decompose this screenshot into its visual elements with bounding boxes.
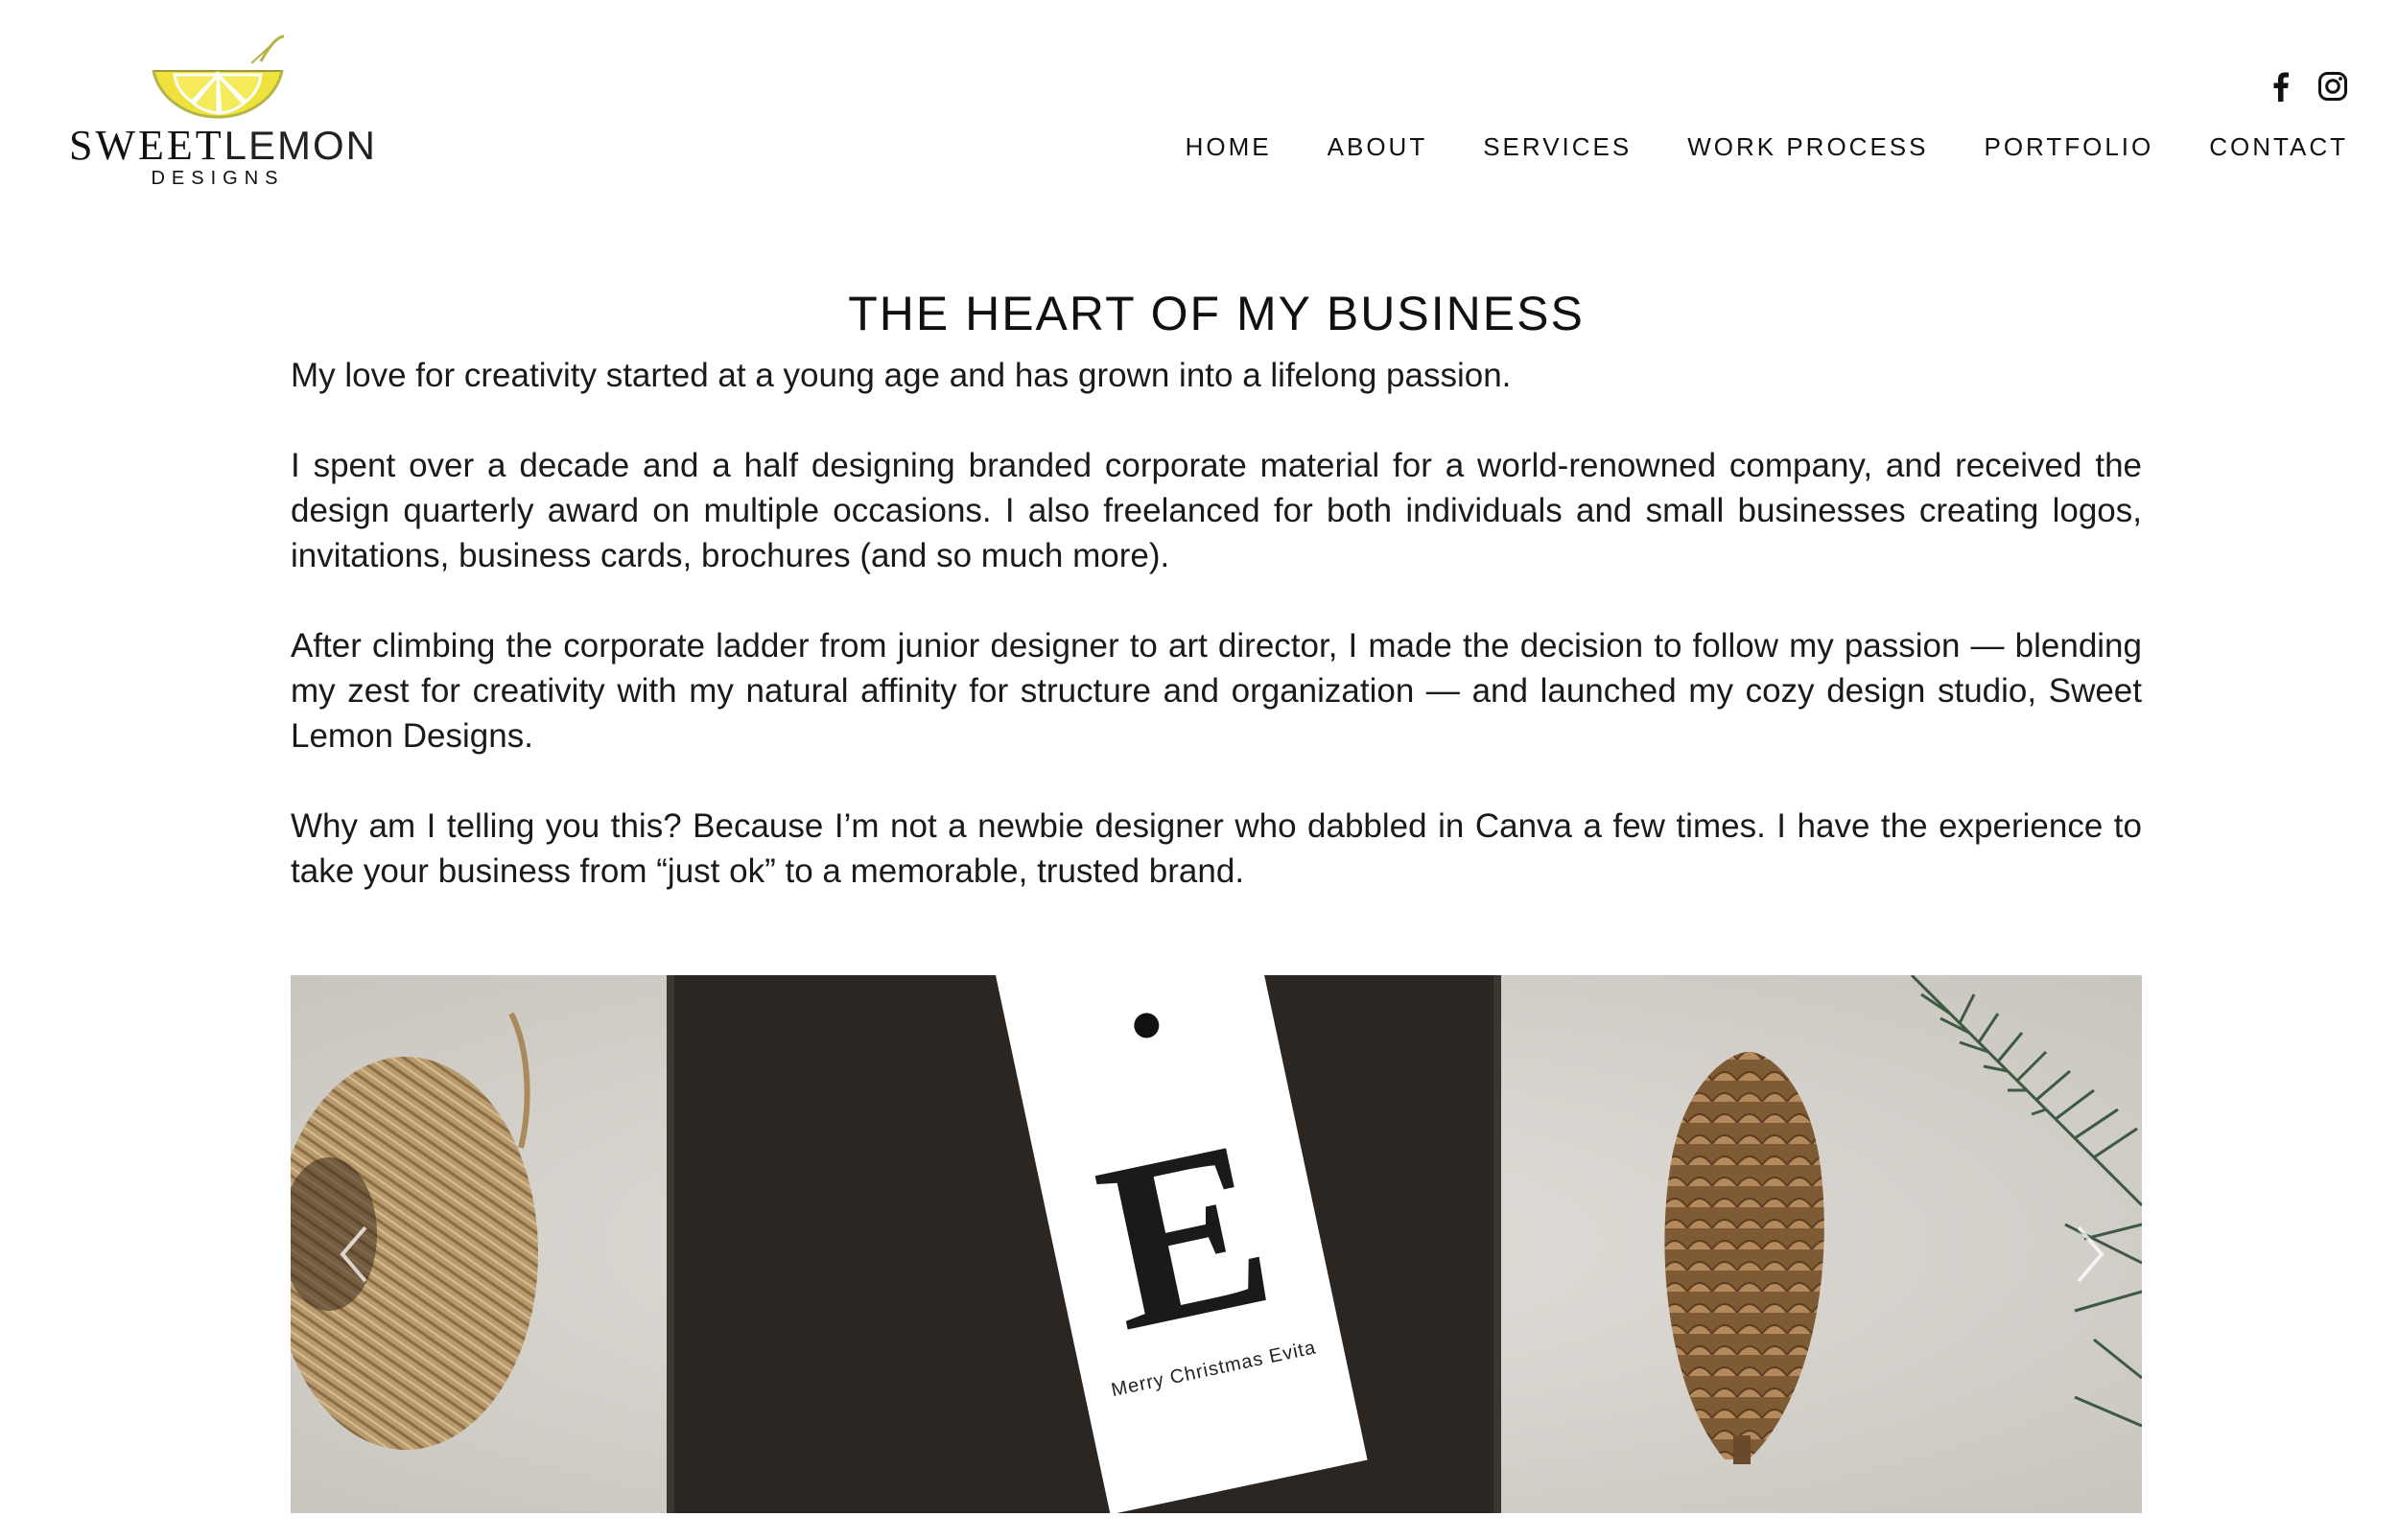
experience-paragraph: I spent over a decade and a half designi… xyxy=(291,447,2142,574)
logo-word-strong: SWEET xyxy=(69,122,224,169)
lemon-slice-logo-icon xyxy=(152,35,285,119)
slider-next-button[interactable] xyxy=(2056,1215,2113,1292)
main-content: THE HEART OF MY BUSINESS My love for cre… xyxy=(291,284,2142,894)
page: SWEETLEMON DESIGNS HOME ABOUT SERVICES W xyxy=(0,0,2398,1540)
why-paragraph: Why am I telling you this? Because I’m n… xyxy=(291,807,2142,890)
nav-home[interactable]: HOME xyxy=(1186,132,1272,161)
career-paragraph: After climbing the corporate ladder from… xyxy=(291,627,2142,755)
chevron-left-icon xyxy=(340,1225,367,1283)
nav-work-process[interactable]: WORK PROCESS xyxy=(1687,132,1928,161)
social-links xyxy=(2266,71,2348,102)
logo-wordmark: SWEETLEMON xyxy=(69,122,375,169)
nav-about[interactable]: ABOUT xyxy=(1328,132,1428,161)
logo-subline: DESIGNS xyxy=(151,168,285,189)
logo-link[interactable]: SWEETLEMON DESIGNS xyxy=(69,33,375,196)
nav-portfolio[interactable]: PORTFOLIO xyxy=(1984,132,2153,161)
slider-image: E Merry Christmas Evita xyxy=(291,975,2142,1513)
facebook-link[interactable] xyxy=(2266,71,2296,102)
nav-services[interactable]: SERVICES xyxy=(1483,132,1632,161)
nav-contact[interactable]: CONTACT xyxy=(2209,132,2348,161)
site-header: SWEETLEMON DESIGNS HOME ABOUT SERVICES W xyxy=(0,0,2398,211)
facebook-icon xyxy=(2273,72,2289,102)
main-nav: HOME ABOUT SERVICES WORK PROCESS PORTFOL… xyxy=(1130,132,2348,161)
instagram-link[interactable] xyxy=(2317,71,2348,102)
instagram-icon xyxy=(2318,72,2347,101)
page-heading: THE HEART OF MY BUSINESS xyxy=(848,287,1585,340)
slider-prev-button[interactable] xyxy=(319,1215,377,1292)
logo-word-light: LEMON xyxy=(223,123,377,168)
image-slider[interactable]: E Merry Christmas Evita xyxy=(291,975,2142,1513)
intro-paragraph: My love for creativity started at a youn… xyxy=(291,357,1512,394)
chevron-right-icon xyxy=(2077,1225,2104,1283)
